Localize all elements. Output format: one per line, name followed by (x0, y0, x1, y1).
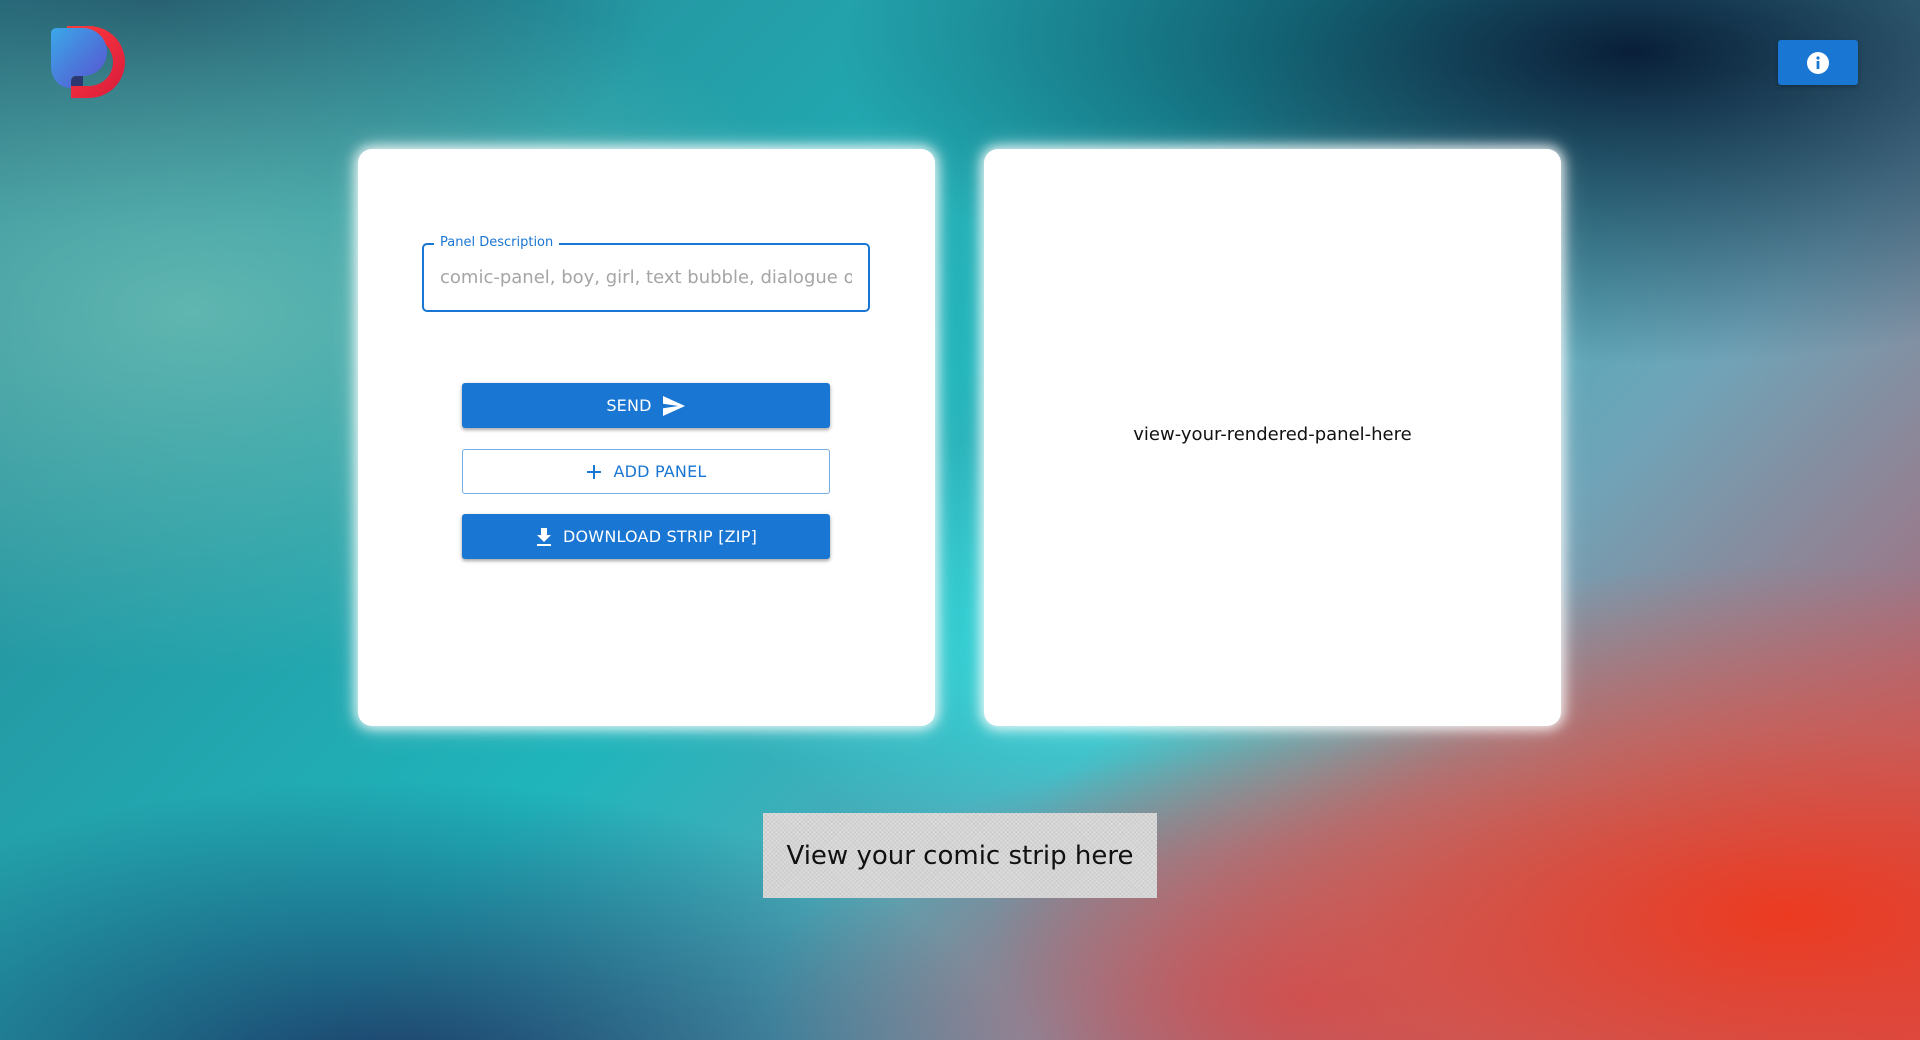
panel-editor-card: Panel Description SEND ADD PANEL DOWNLOA… (358, 149, 935, 726)
send-button-label: SEND (606, 396, 652, 415)
info-button[interactable] (1778, 40, 1858, 85)
info-icon (1806, 51, 1830, 75)
add-panel-button[interactable]: ADD PANEL (462, 449, 830, 494)
app-logo-icon (49, 24, 125, 100)
panel-preview-placeholder: view-your-rendered-panel-here (1133, 424, 1412, 445)
download-icon (535, 527, 553, 547)
comic-strip-label: View your comic strip here (786, 840, 1134, 871)
download-strip-button-label: DOWNLOAD STRIP [ZIP] (562, 527, 758, 546)
panel-description-field: Panel Description (422, 234, 870, 312)
panel-preview-card: view-your-rendered-panel-here (984, 149, 1561, 726)
send-icon (662, 395, 686, 417)
send-button[interactable]: SEND (462, 383, 830, 428)
plus-icon (585, 463, 603, 481)
add-panel-button-label: ADD PANEL (613, 462, 707, 481)
download-strip-button[interactable]: DOWNLOAD STRIP [ZIP] (462, 514, 830, 559)
panel-description-input[interactable] (424, 245, 868, 310)
comic-strip-viewer: View your comic strip here (763, 813, 1157, 898)
